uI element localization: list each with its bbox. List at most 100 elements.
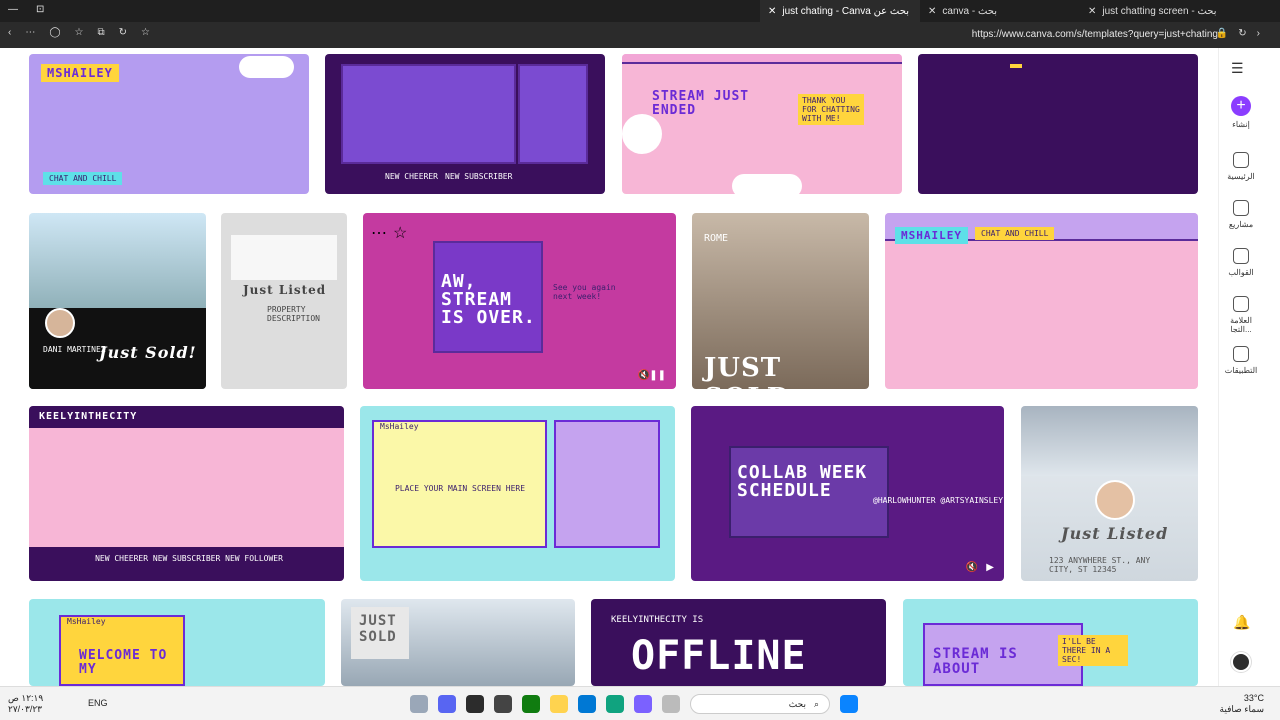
template-subtitle: ROME [704,233,729,244]
language[interactable]: ENG [88,698,108,708]
template-subtitle: See you again next week! [553,283,616,301]
plus-icon: + [1231,96,1251,116]
rail-label: العلامة التجا... [1230,316,1252,334]
close-icon[interactable]: ✕ [1088,6,1096,17]
rail-item-brand[interactable]: العلامة التجا... [1219,296,1263,334]
template-card[interactable]: MsHailey WELCOME TO MY [29,599,325,686]
template-card[interactable]: JUST SOLD [341,599,575,686]
template-subtitle: NEW CHEERER NEW SUBSCRIBER NEW FOLLOWER [95,554,283,563]
template-card[interactable]: KEELYINTHECITY IS OFFLINE [591,599,886,686]
template-card[interactable]: Just Sold! DANI MARTINEZ [29,213,206,389]
template-subtitle [1010,64,1022,68]
bell-icon[interactable]: 🔔 [1233,614,1250,631]
windows-start-icon[interactable] [840,695,858,713]
copilot-icon[interactable] [634,695,652,713]
xbox-icon[interactable] [522,695,540,713]
addressbar-icons: ‹ ⋯ ◯ ☆ ⧉ ↻ ☆ [8,27,150,38]
template-subtitle: CHAT AND CHILL [43,172,123,185]
window-frame [341,64,516,164]
template-card[interactable]: Just Listed 123 ANYWHERE ST., ANY CITY, … [1021,406,1198,581]
rail-label: إنشاء [1232,120,1250,129]
template-card[interactable]: STREAM JUST ENDED THANK YOU FOR CHATTING… [622,54,902,194]
rail-item-home[interactable]: الرئيسية [1219,152,1263,181]
template-card[interactable]: KEELYINTHECITY NEW CHEERER NEW SUBSCRIBE… [29,406,344,581]
template-card[interactable]: COLLAB WEEK SCHEDULE @HARLOWHUNTER @ARTS… [691,406,1004,581]
discord-icon[interactable] [438,695,456,713]
template-card[interactable]: ⋯ ☆ AW, STREAM IS OVER. See you again ne… [363,213,676,389]
weather-temp: 33°C [1243,693,1264,703]
template-subtitle: DANI MARTINEZ [43,345,106,354]
template-card[interactable]: MSHAILEY CHAT AND CHILL [885,213,1198,389]
template-title: MsHailey [380,422,419,431]
taskbar-search[interactable]: بحث ⌕ [690,694,830,714]
template-card[interactable]: MSHAILEY CHAT AND CHILL [29,54,309,194]
template-subtitle: CHAT AND CHILL [975,227,1055,240]
template-card[interactable]: Just Listed PROPERTY DESCRIPTION [221,213,347,389]
template-subtitle: @HARLOWHUNTER @ARTSYAINSLEY [873,496,1004,505]
weather-desc: سماء صافية [1219,704,1264,714]
cloud-decoration [622,114,662,154]
brand-icon [1233,296,1249,312]
profile-icon[interactable]: ◯ [49,27,60,38]
task-view-icon[interactable] [662,695,680,713]
pause-icon[interactable]: ❚❚ [649,370,666,381]
url-text[interactable]: https://www.canva.com/s/templates?query=… [972,29,1218,40]
templates-grid: MSHAILEY CHAT AND CHILL NEW CHEERER NEW … [0,48,1218,686]
template-card[interactable]: NEW CHEERER NEW SUBSCRIBER [325,54,605,194]
tab-actions-icon[interactable]: ⊡ [36,4,44,15]
template-title: STREAM IS ABOUT [933,646,1018,677]
close-icon[interactable]: ✕ [928,6,936,17]
mute-icon[interactable]: 🔇 [966,562,978,573]
star-icon[interactable]: ☆ [141,27,150,38]
template-title: COLLAB WEEK SCHEDULE [737,462,868,501]
windows-taskbar: ١٢:١٩ ص ٢٧/٠٣/٢٣ ENG بحث ⌕ 33°C سماء صاف… [0,686,1280,720]
refresh-icon[interactable]: ↻ [1238,28,1246,39]
template-card[interactable]: STREAM IS ABOUT I'LL BE THERE IN A SEC! [903,599,1198,686]
template-title: AW, STREAM IS OVER. [441,271,536,328]
extensions-icon[interactable]: ⧉ [98,27,105,38]
mute-icon[interactable]: 🔇 [638,370,650,381]
lock-icon[interactable]: 🔒 [1216,28,1228,39]
play-icon[interactable]: ▶ [986,562,994,573]
rail-item-apps[interactable]: التطبيقات [1219,346,1263,375]
template-title: Just Listed [1061,524,1169,543]
menu-icon[interactable]: ☰ [1231,60,1244,77]
tab-canva-search[interactable]: ✕ just chating - Canva بحث عن [760,0,920,22]
search-placeholder: بحث [788,698,806,709]
tab-title: canva - بحث [942,5,998,17]
rail-label: القوالب [1228,268,1254,277]
template-title: Just Listed [243,283,327,297]
weather[interactable]: 33°C سماء صافية [1220,693,1264,715]
tab-just-chatting-screen[interactable]: ✕ just chatting screen - بحث [1080,0,1280,22]
folder-icon[interactable] [550,695,568,713]
more-icon[interactable]: ⋯ [25,27,35,38]
template-card[interactable]: ROME JUST SOLD [692,213,869,389]
template-title: OFFLINE [631,633,807,679]
tab-canva[interactable]: ✕ canva - بحث [920,0,1080,22]
template-card[interactable]: MsHailey PLACE YOUR MAIN SCREEN HERE [360,406,675,581]
rail-item-templates[interactable]: القوالب [1219,248,1263,277]
avatar[interactable] [1231,652,1251,672]
store-icon[interactable] [578,695,596,713]
app-icon[interactable] [494,695,512,713]
minimize-icon[interactable]: — [8,4,18,15]
favorites-icon[interactable]: ☆ [75,27,84,38]
star-icon[interactable]: ☆ [393,223,407,243]
template-card[interactable] [918,54,1198,194]
obs-icon[interactable] [466,695,484,713]
tab-title: just chating - Canva بحث عن [782,5,909,17]
back-icon[interactable]: ‹ [8,27,11,38]
template-title: JUST SOLD [704,353,789,389]
refresh-icon[interactable]: ↻ [119,27,127,38]
template-subtitle: NEW SUBSCRIBER [445,172,513,181]
settings-icon[interactable] [410,695,428,713]
rail-item-create[interactable]: + إنشاء [1219,96,1263,129]
template-title: MSHAILEY [895,227,968,244]
back-icon[interactable]: › [1257,28,1260,39]
more-icon[interactable]: ⋯ [371,223,387,243]
edge-icon[interactable] [606,695,624,713]
close-icon[interactable]: ✕ [768,6,776,17]
template-title: JUST SOLD [359,613,397,645]
clock[interactable]: ١٢:١٩ ص ٢٧/٠٣/٢٣ [8,693,88,715]
rail-item-projects[interactable]: مشاريع [1219,200,1263,229]
